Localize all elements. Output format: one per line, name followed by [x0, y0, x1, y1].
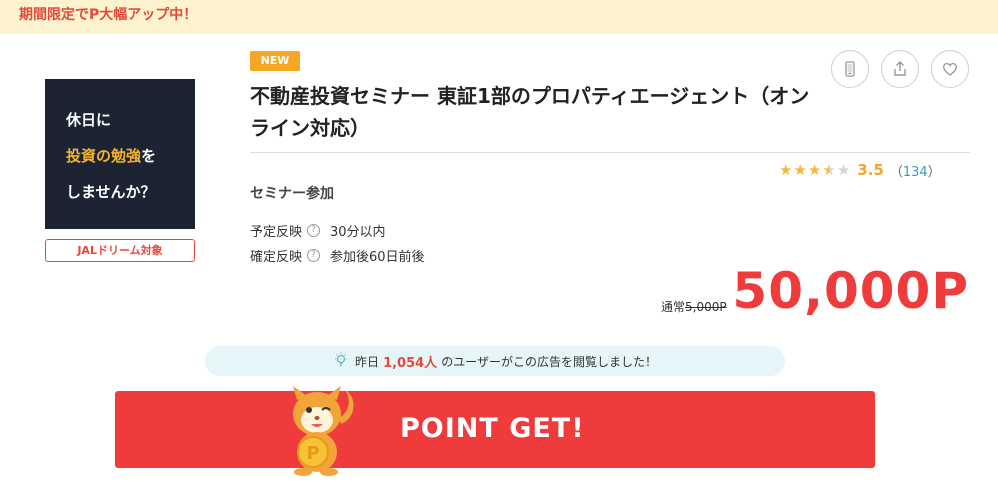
- help-icon[interactable]: ?: [307, 224, 321, 237]
- reward-points: 50,000P: [732, 262, 969, 320]
- notice-prefix: 昨日: [355, 354, 380, 369]
- page-title: 不動産投資セミナー 東証1部のプロパティエージェント（オンライン対応）: [250, 84, 810, 140]
- favorite-button[interactable]: [931, 50, 969, 88]
- title-divider: [250, 152, 970, 153]
- star-icon: ★: [793, 161, 807, 179]
- half-star-icon: ★: [822, 161, 836, 179]
- share-icon: [894, 61, 906, 76]
- svg-text:P: P: [306, 443, 319, 464]
- planned-reflection-row: 予定反映 ? 30分以内: [250, 221, 386, 240]
- empty-star-icon: ★: [836, 161, 851, 179]
- planned-reflection-label: 予定反映: [250, 225, 303, 240]
- viewer-count: 1,054人: [383, 355, 438, 371]
- planned-reflection-value: 30分以内: [330, 225, 386, 240]
- squirrel-mascot-icon: P: [293, 386, 354, 476]
- heart-icon: [943, 62, 957, 76]
- thumbnail-line3: しませんか？: [66, 183, 156, 201]
- thumbnail-line2: 投資の勉強を: [66, 147, 157, 165]
- notice-suffix: のユーザーがこの広告を閲覧しました！: [441, 354, 657, 369]
- review-count-link[interactable]: （134）: [890, 161, 941, 180]
- ad-thumbnail[interactable]: 休日に 投資の勉強を しませんか？: [45, 79, 195, 229]
- share-button[interactable]: [881, 50, 919, 88]
- new-badge: NEW: [250, 51, 300, 71]
- confirmed-reflection-row: 確定反映 ? 参加後60日前後: [250, 246, 425, 265]
- promo-banner: 期間限定でP大幅アップ中！: [0, 0, 998, 34]
- mobile-icon: [845, 61, 855, 77]
- thumbnail-line1: 休日に: [66, 111, 112, 129]
- jal-dream-badge: JALドリーム対象: [45, 239, 195, 262]
- lightbulb-icon: [333, 352, 349, 371]
- view-count-notice: 昨日 1,054人 のユーザーがこの広告を閲覧しました！: [205, 346, 785, 376]
- star-icon: ★: [779, 161, 793, 179]
- point-get-label: POINT GET!: [400, 413, 585, 444]
- confirmed-reflection-label: 確定反映: [250, 250, 303, 265]
- confirmed-reflection-value: 参加後60日前後: [330, 250, 425, 265]
- ad-category: セミナー参加: [250, 186, 334, 202]
- promo-banner-text: 期間限定でP大幅アップ中！: [19, 7, 198, 23]
- help-icon[interactable]: ?: [307, 249, 321, 262]
- rating: ★ ★ ★ ★ ★ 3.5 （134）: [779, 159, 941, 181]
- normal-points: 通常5,000P: [661, 300, 727, 314]
- point-get-button[interactable]: POINT GET!: [115, 391, 875, 468]
- star-icon: ★: [807, 161, 822, 179]
- rating-value: 3.5: [857, 161, 884, 179]
- mobile-button[interactable]: [831, 50, 869, 88]
